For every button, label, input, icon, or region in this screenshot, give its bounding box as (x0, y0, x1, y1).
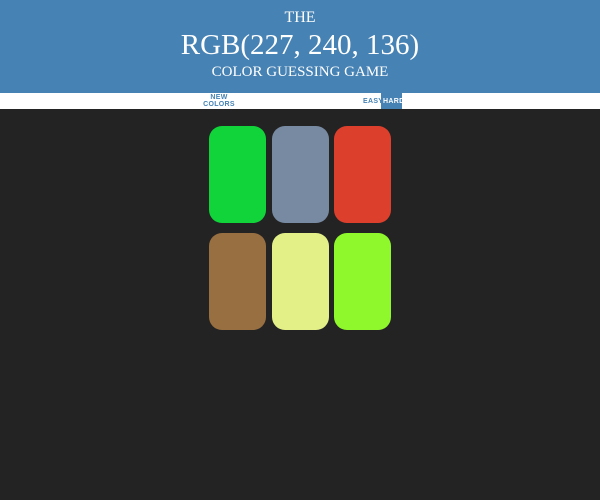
color-square-5[interactable] (272, 233, 329, 330)
color-square-1[interactable] (209, 126, 266, 223)
control-stripe: NEW COLORS EASY HARD (0, 93, 600, 109)
game-title: COLOR GUESSING GAME (211, 64, 389, 80)
easy-mode-button[interactable]: EASY (361, 93, 383, 109)
color-square-6[interactable] (334, 233, 391, 330)
new-colors-button[interactable]: NEW COLORS (196, 93, 242, 109)
color-square-2[interactable] (272, 126, 329, 223)
color-board (0, 109, 600, 500)
game-header: THE RGB(227, 240, 136) COLOR GUESSING GA… (0, 0, 600, 93)
color-square-4[interactable] (209, 233, 266, 330)
title-line-the: THE (284, 9, 316, 26)
hard-mode-button[interactable]: HARD (381, 93, 404, 109)
rgb-target-display: RGB(227, 240, 136) (180, 29, 420, 61)
color-square-3[interactable] (334, 126, 391, 223)
